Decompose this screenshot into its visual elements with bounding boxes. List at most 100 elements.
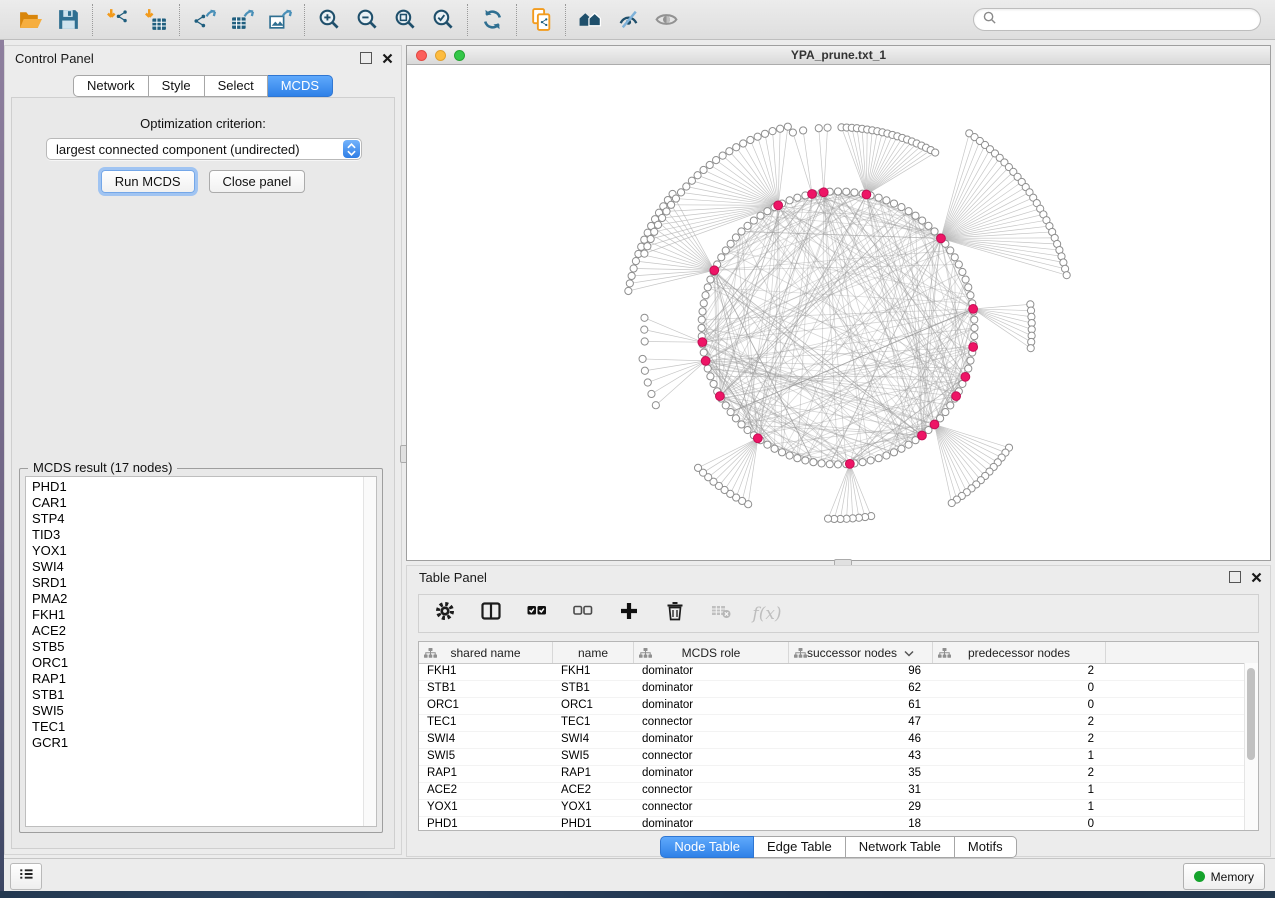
table-row[interactable]: RAP1RAP1dominator352 <box>419 766 1258 783</box>
cell-predecessor_nodes[interactable]: 2 <box>933 664 1106 680</box>
cell-successor_nodes[interactable]: 35 <box>789 766 933 782</box>
table-row[interactable]: TEC1TEC1connector472 <box>419 715 1258 732</box>
export-network-button[interactable] <box>188 4 220 36</box>
cell-shared_name[interactable]: ORC1 <box>419 698 553 714</box>
cell-mcds_role[interactable]: dominator <box>634 681 789 697</box>
table-scrollbar-thumb[interactable] <box>1247 668 1255 760</box>
network-window-titlebar[interactable]: YPA_prune.txt_1 <box>407 46 1270 65</box>
deselect-all-button[interactable] <box>571 602 595 626</box>
cell-shared_name[interactable]: SWI5 <box>419 749 553 765</box>
tab-select[interactable]: Select <box>205 75 268 97</box>
cell-predecessor_nodes[interactable]: 2 <box>933 766 1106 782</box>
cell-name[interactable]: SWI5 <box>553 749 634 765</box>
cell-mcds_role[interactable]: dominator <box>634 732 789 748</box>
network-canvas[interactable] <box>407 65 1270 560</box>
mcds-result-item[interactable]: SRD1 <box>26 575 376 591</box>
open-session-button[interactable] <box>14 4 46 36</box>
cell-predecessor_nodes[interactable]: 2 <box>933 732 1106 748</box>
mcds-result-item[interactable]: RAP1 <box>26 671 376 687</box>
import-network-button[interactable] <box>101 4 133 36</box>
table-row[interactable]: SWI5SWI5connector431 <box>419 749 1258 766</box>
memory-button[interactable]: Memory <box>1183 863 1265 890</box>
cell-name[interactable]: SWI4 <box>553 732 634 748</box>
cell-name[interactable]: ORC1 <box>553 698 634 714</box>
cell-successor_nodes[interactable]: 62 <box>789 681 933 697</box>
cell-mcds_role[interactable]: connector <box>634 715 789 731</box>
cell-shared_name[interactable]: TEC1 <box>419 715 553 731</box>
criterion-select[interactable]: largest connected component (undirected) <box>46 138 362 160</box>
add-column-button[interactable] <box>617 602 641 626</box>
column-header-successor-nodes[interactable]: successor nodes <box>789 642 933 663</box>
cell-shared_name[interactable]: RAP1 <box>419 766 553 782</box>
cell-shared_name[interactable]: ACE2 <box>419 783 553 799</box>
cell-successor_nodes[interactable]: 18 <box>789 817 933 831</box>
cell-successor_nodes[interactable]: 96 <box>789 664 933 680</box>
cell-shared_name[interactable]: STB1 <box>419 681 553 697</box>
mcds-result-item[interactable]: SWI4 <box>26 559 376 575</box>
cell-name[interactable]: TEC1 <box>553 715 634 731</box>
cell-shared_name[interactable]: SWI4 <box>419 732 553 748</box>
tab-network-table[interactable]: Network Table <box>846 836 955 858</box>
cell-successor_nodes[interactable]: 47 <box>789 715 933 731</box>
cell-successor_nodes[interactable]: 43 <box>789 749 933 765</box>
cell-predecessor_nodes[interactable]: 2 <box>933 715 1106 731</box>
column-header-shared-name[interactable]: shared name <box>419 642 553 663</box>
refresh-view-button[interactable] <box>476 4 508 36</box>
mcds-result-item[interactable]: TEC1 <box>26 719 376 735</box>
close-panel-icon[interactable] <box>1251 572 1262 583</box>
cell-name[interactable]: STB1 <box>553 681 634 697</box>
cell-shared_name[interactable]: PHD1 <box>419 817 553 831</box>
mcds-result-item[interactable]: GCR1 <box>26 735 376 751</box>
home-button[interactable] <box>574 4 606 36</box>
table-row[interactable]: YOX1YOX1connector291 <box>419 800 1258 817</box>
mcds-result-item[interactable]: TID3 <box>26 527 376 543</box>
mcds-result-item[interactable]: PHD1 <box>26 479 376 495</box>
cell-mcds_role[interactable]: dominator <box>634 766 789 782</box>
task-history-button[interactable] <box>10 863 42 890</box>
table-row[interactable]: FKH1FKH1dominator962 <box>419 664 1258 681</box>
toggle-style-button[interactable] <box>612 4 644 36</box>
table-row[interactable]: STB1STB1dominator620 <box>419 681 1258 698</box>
cell-predecessor_nodes[interactable]: 0 <box>933 681 1106 697</box>
cell-mcds_role[interactable]: connector <box>634 783 789 799</box>
mcds-result-item[interactable]: STP4 <box>26 511 376 527</box>
cell-mcds_role[interactable]: connector <box>634 749 789 765</box>
select-all-button[interactable] <box>525 602 549 626</box>
mcds-result-item[interactable]: SWI5 <box>26 703 376 719</box>
cell-mcds_role[interactable]: dominator <box>634 698 789 714</box>
column-header-predecessor-nodes[interactable]: predecessor nodes <box>933 642 1106 663</box>
table-row[interactable]: PHD1PHD1dominator180 <box>419 817 1258 831</box>
zoom-in-button[interactable] <box>313 4 345 36</box>
zoom-out-button[interactable] <box>351 4 383 36</box>
search-input[interactable] <box>1002 12 1252 28</box>
cell-successor_nodes[interactable]: 61 <box>789 698 933 714</box>
tab-edge-table[interactable]: Edge Table <box>754 836 846 858</box>
tab-style[interactable]: Style <box>149 75 205 97</box>
cell-name[interactable]: ACE2 <box>553 783 634 799</box>
column-header-name[interactable]: name <box>553 642 634 663</box>
mcds-result-item[interactable]: STB1 <box>26 687 376 703</box>
delete-column-button[interactable] <box>663 602 687 626</box>
close-panel-button[interactable]: Close panel <box>209 170 306 193</box>
mcds-result-item[interactable]: YOX1 <box>26 543 376 559</box>
mcds-result-item[interactable]: CAR1 <box>26 495 376 511</box>
close-panel-icon[interactable] <box>382 53 393 64</box>
cell-predecessor_nodes[interactable]: 1 <box>933 800 1106 816</box>
table-row[interactable]: SWI4SWI4dominator462 <box>419 732 1258 749</box>
cell-predecessor_nodes[interactable]: 0 <box>933 698 1106 714</box>
cell-name[interactable]: FKH1 <box>553 664 634 680</box>
tab-mcds[interactable]: MCDS <box>268 75 333 97</box>
import-table-button[interactable] <box>139 4 171 36</box>
column-header-MCDS-role[interactable]: MCDS role <box>634 642 789 663</box>
cell-mcds_role[interactable]: dominator <box>634 664 789 680</box>
cell-predecessor_nodes[interactable]: 0 <box>933 817 1106 831</box>
run-mcds-button[interactable]: Run MCDS <box>101 170 195 193</box>
tab-motifs[interactable]: Motifs <box>955 836 1017 858</box>
cell-predecessor_nodes[interactable]: 1 <box>933 783 1106 799</box>
export-table-button[interactable] <box>226 4 258 36</box>
cell-mcds_role[interactable]: connector <box>634 800 789 816</box>
cell-name[interactable]: YOX1 <box>553 800 634 816</box>
settings-button[interactable] <box>433 602 457 626</box>
clone-network-button[interactable] <box>525 4 557 36</box>
cell-name[interactable]: RAP1 <box>553 766 634 782</box>
